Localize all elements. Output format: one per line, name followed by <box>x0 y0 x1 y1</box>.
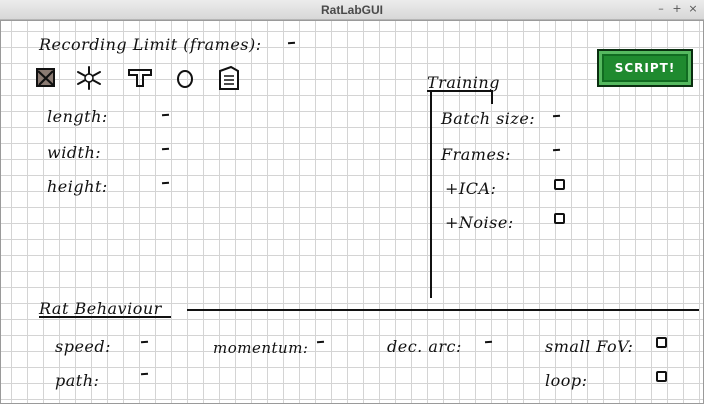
noise-checkbox[interactable] <box>554 213 565 224</box>
recording-limit-label: Recording Limit (frames): <box>39 35 262 54</box>
batch-size-value[interactable] <box>552 114 561 118</box>
rat-behaviour-divider <box>187 309 699 311</box>
loop-label: loop: <box>545 371 588 390</box>
width-value[interactable] <box>161 147 170 151</box>
batch-size-label: Batch size: <box>441 109 536 128</box>
sketch-canvas: Recording Limit (frames): length: width:… <box>0 20 704 404</box>
training-divider <box>430 90 432 298</box>
script-button[interactable]: SCRIPT! <box>597 49 693 87</box>
length-value[interactable] <box>161 113 170 117</box>
momentum-label: momentum: <box>213 339 309 357</box>
frames-label: Frames: <box>441 145 512 164</box>
small-fov-checkbox[interactable] <box>656 337 667 348</box>
checked-box-icon[interactable] <box>35 67 57 89</box>
height-label: height: <box>47 177 108 196</box>
training-title-underline <box>427 90 493 92</box>
momentum-value[interactable] <box>316 340 325 344</box>
asterisk-icon[interactable] <box>75 65 103 91</box>
close-button[interactable]: × <box>686 2 700 16</box>
speed-value[interactable] <box>140 340 149 344</box>
ica-label: +ICA: <box>445 179 497 198</box>
frames-value[interactable] <box>552 148 561 152</box>
noise-label: +Noise: <box>445 213 514 232</box>
minimize-button[interactable]: – <box>654 2 668 16</box>
path-label: path: <box>55 371 100 390</box>
length-label: length: <box>47 107 108 126</box>
loop-checkbox[interactable] <box>656 371 667 382</box>
rat-behaviour-underline <box>39 316 171 318</box>
speed-label: speed: <box>55 337 112 356</box>
path-value[interactable] <box>140 372 149 376</box>
dec-arc-value[interactable] <box>484 340 493 344</box>
small-fov-label: small FoV: <box>545 337 634 356</box>
ica-checkbox[interactable] <box>554 179 565 190</box>
dec-arc-label: dec. arc: <box>387 337 462 356</box>
maximize-button[interactable]: + <box>670 2 684 16</box>
training-title-hook <box>491 90 493 104</box>
width-label: width: <box>47 143 102 162</box>
recording-limit-value[interactable] <box>287 41 296 45</box>
height-value[interactable] <box>161 181 170 185</box>
document-icon[interactable] <box>217 65 241 91</box>
title-bar: RatLabGUI – + × <box>0 0 704 20</box>
circle-icon[interactable] <box>175 69 195 89</box>
window-title: RatLabGUI <box>320 3 383 17</box>
script-button-label: SCRIPT! <box>614 61 676 75</box>
t-shape-icon[interactable] <box>127 68 153 88</box>
